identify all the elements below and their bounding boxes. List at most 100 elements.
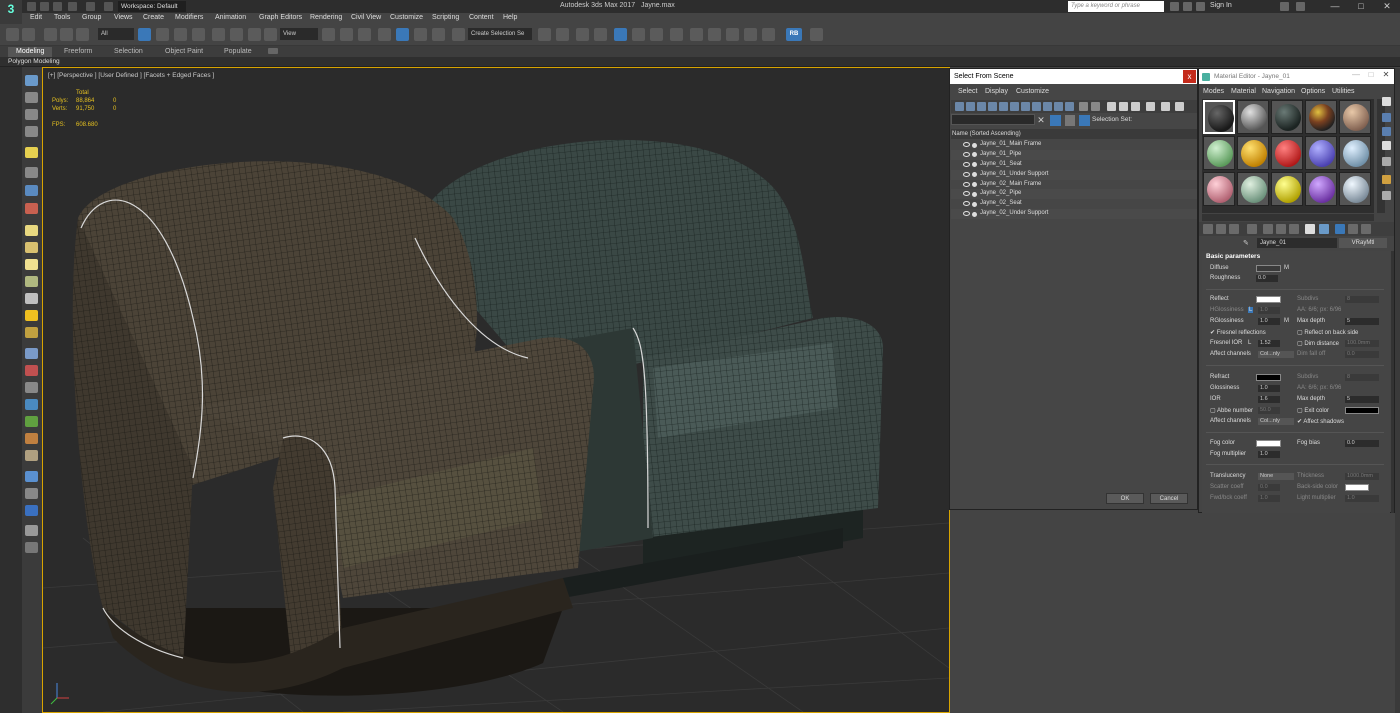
reset-map-icon[interactable] [1247,224,1257,234]
dim-distance-checkbox[interactable]: ▢ Dim distance [1297,340,1339,347]
hglossiness-lock-button[interactable]: L [1248,307,1254,313]
med-maximize-button[interactable]: □ [1364,70,1378,83]
tab-modeling[interactable]: Modeling [8,47,53,57]
list-item[interactable]: Jayne_01_Under Support [951,169,1197,180]
sample-slot[interactable] [1305,136,1337,170]
rglossiness-spinner[interactable]: 1.0 [1258,318,1280,325]
scatter-coeff-spinner[interactable]: 0.0 [1258,484,1280,491]
affect-shadows-checkbox[interactable]: ✔ Affect shadows [1297,418,1344,425]
redo-icon[interactable] [86,2,95,11]
freeze-bulb-icon[interactable] [972,191,977,197]
sample-slot[interactable] [1339,172,1371,206]
viewport-label[interactable]: [+] [Perspective ] [User Defined ] [Face… [48,72,214,79]
edit-named-selection-icon[interactable] [452,28,465,41]
backside-color-swatch[interactable] [1345,484,1369,491]
vfb-icon[interactable] [25,471,38,482]
close-button[interactable]: ✕ [1374,0,1400,13]
sphere-icon[interactable] [25,399,38,410]
abbe-number-checkbox[interactable]: ▢ Abbe number [1210,407,1253,414]
tab-selection[interactable]: Selection [106,47,151,57]
sample-slot[interactable] [1237,136,1269,170]
pick-material-icon[interactable]: ✎ [1243,239,1251,247]
dim-falloff-spinner[interactable]: 0.0 [1345,351,1379,358]
cancel-button[interactable]: Cancel [1150,493,1188,504]
undo-icon[interactable] [68,2,77,11]
menu-graph-editors[interactable]: Graph Editors [259,14,302,21]
scene-converter-icon[interactable] [25,525,38,536]
dialog-close-button[interactable]: x [1183,70,1196,83]
refract-max-depth-spinner[interactable]: 5 [1345,396,1379,403]
layer-stack-icon[interactable] [1065,115,1075,126]
help-icon[interactable] [1296,2,1305,11]
visibility-eye-icon[interactable] [963,201,970,207]
list-item[interactable]: Jayne_02_Under Support [951,209,1197,220]
list-item[interactable]: Jayne_01_Main Frame [951,140,1197,150]
material-lib-icon[interactable] [25,505,38,516]
material-editor-icon[interactable] [670,28,683,41]
menu-content[interactable]: Content [469,14,494,21]
new-file-icon[interactable] [27,2,36,11]
fog-color-swatch[interactable] [1256,440,1281,447]
bind-spacewarp-icon[interactable] [76,28,89,41]
med-menu-options[interactable]: Options [1301,88,1325,95]
sample-slot[interactable] [1305,172,1337,206]
column-header-name[interactable]: Name (Sorted Ascending) [951,129,1197,139]
motion-panel-icon[interactable] [1382,141,1391,150]
redo-icon[interactable] [22,28,35,41]
ok-button[interactable]: OK [1106,493,1144,504]
affect-channels-dropdown[interactable]: Col...nly [1258,351,1294,358]
viewport-perspective[interactable]: [+] [Perspective ] [User Defined ] [Face… [42,67,950,713]
reference-coord-dropdown[interactable]: View [280,28,318,40]
sample-slot[interactable] [1271,136,1303,170]
render-iterative-icon[interactable] [744,28,757,41]
tab-populate[interactable]: Populate [216,47,260,57]
show-end-result-icon[interactable] [1335,224,1345,234]
proxy-icon[interactable] [25,365,38,376]
find-input[interactable] [951,114,1035,125]
visibility-eye-icon[interactable] [963,211,970,217]
sign-in-button[interactable]: Sign In [1210,2,1232,9]
tab-freeform[interactable]: Freeform [56,47,100,57]
freeze-bulb-icon[interactable] [972,211,977,217]
select-by-name-icon[interactable] [156,28,169,41]
project-folder-icon[interactable] [104,2,113,11]
search-input[interactable]: Type a keyword or phrase [1068,1,1164,12]
material-name-field[interactable]: Jayne_01 [1257,238,1337,248]
help-icon[interactable] [25,542,38,553]
render-activeshade-icon[interactable] [762,28,775,41]
show-map-in-viewport-icon[interactable] [1319,224,1329,234]
select-manipulate-icon[interactable] [340,28,353,41]
material-type-button[interactable]: VRayMtl [1339,238,1387,248]
rotate-icon[interactable] [230,28,243,41]
utilities-panel-icon[interactable] [1382,175,1391,184]
workspace-dropdown[interactable]: Workspace: Default [118,1,186,12]
slots-h-scrollbar[interactable] [1202,214,1374,221]
fwd-bck-coeff-spinner[interactable]: 1.0 [1258,495,1280,502]
reflect-color-swatch[interactable] [1256,296,1281,303]
go-forward-sibling-icon[interactable] [1361,224,1371,234]
keyboard-shortcut-icon[interactable] [358,28,371,41]
sample-slot[interactable] [1271,100,1303,134]
subscription-icon[interactable] [1183,2,1192,11]
refract-affect-channels-dropdown[interactable]: Col...nly [1258,418,1294,425]
polygon-modeling-label[interactable]: Polygon Modeling [8,58,60,65]
modify-panel-icon[interactable] [1382,113,1391,122]
curve-editor-icon[interactable] [632,28,645,41]
roughness-spinner[interactable]: 0.0 [1256,275,1278,282]
sync-selection-icon[interactable] [1146,102,1155,111]
mirror-icon[interactable] [538,28,551,41]
menu-help[interactable]: Help [503,14,517,21]
render-production-icon[interactable] [726,28,739,41]
list-item[interactable]: Jayne_02_Seat [951,199,1197,209]
plane-light-icon[interactable] [25,225,38,236]
put-to-library-icon[interactable] [1289,224,1299,234]
place-icon[interactable] [264,28,277,41]
display-containers-icon[interactable] [1054,102,1063,111]
ambient-light-icon[interactable] [25,327,38,338]
med-menu-material[interactable]: Material [1231,88,1256,95]
spacewarp-tool-icon[interactable] [25,203,38,214]
sfs-menu-display[interactable]: Display [985,88,1008,95]
exchange-icon[interactable] [1280,2,1289,11]
fur-icon[interactable] [25,348,38,359]
hglossiness-spinner[interactable]: 1.0 [1258,307,1280,314]
